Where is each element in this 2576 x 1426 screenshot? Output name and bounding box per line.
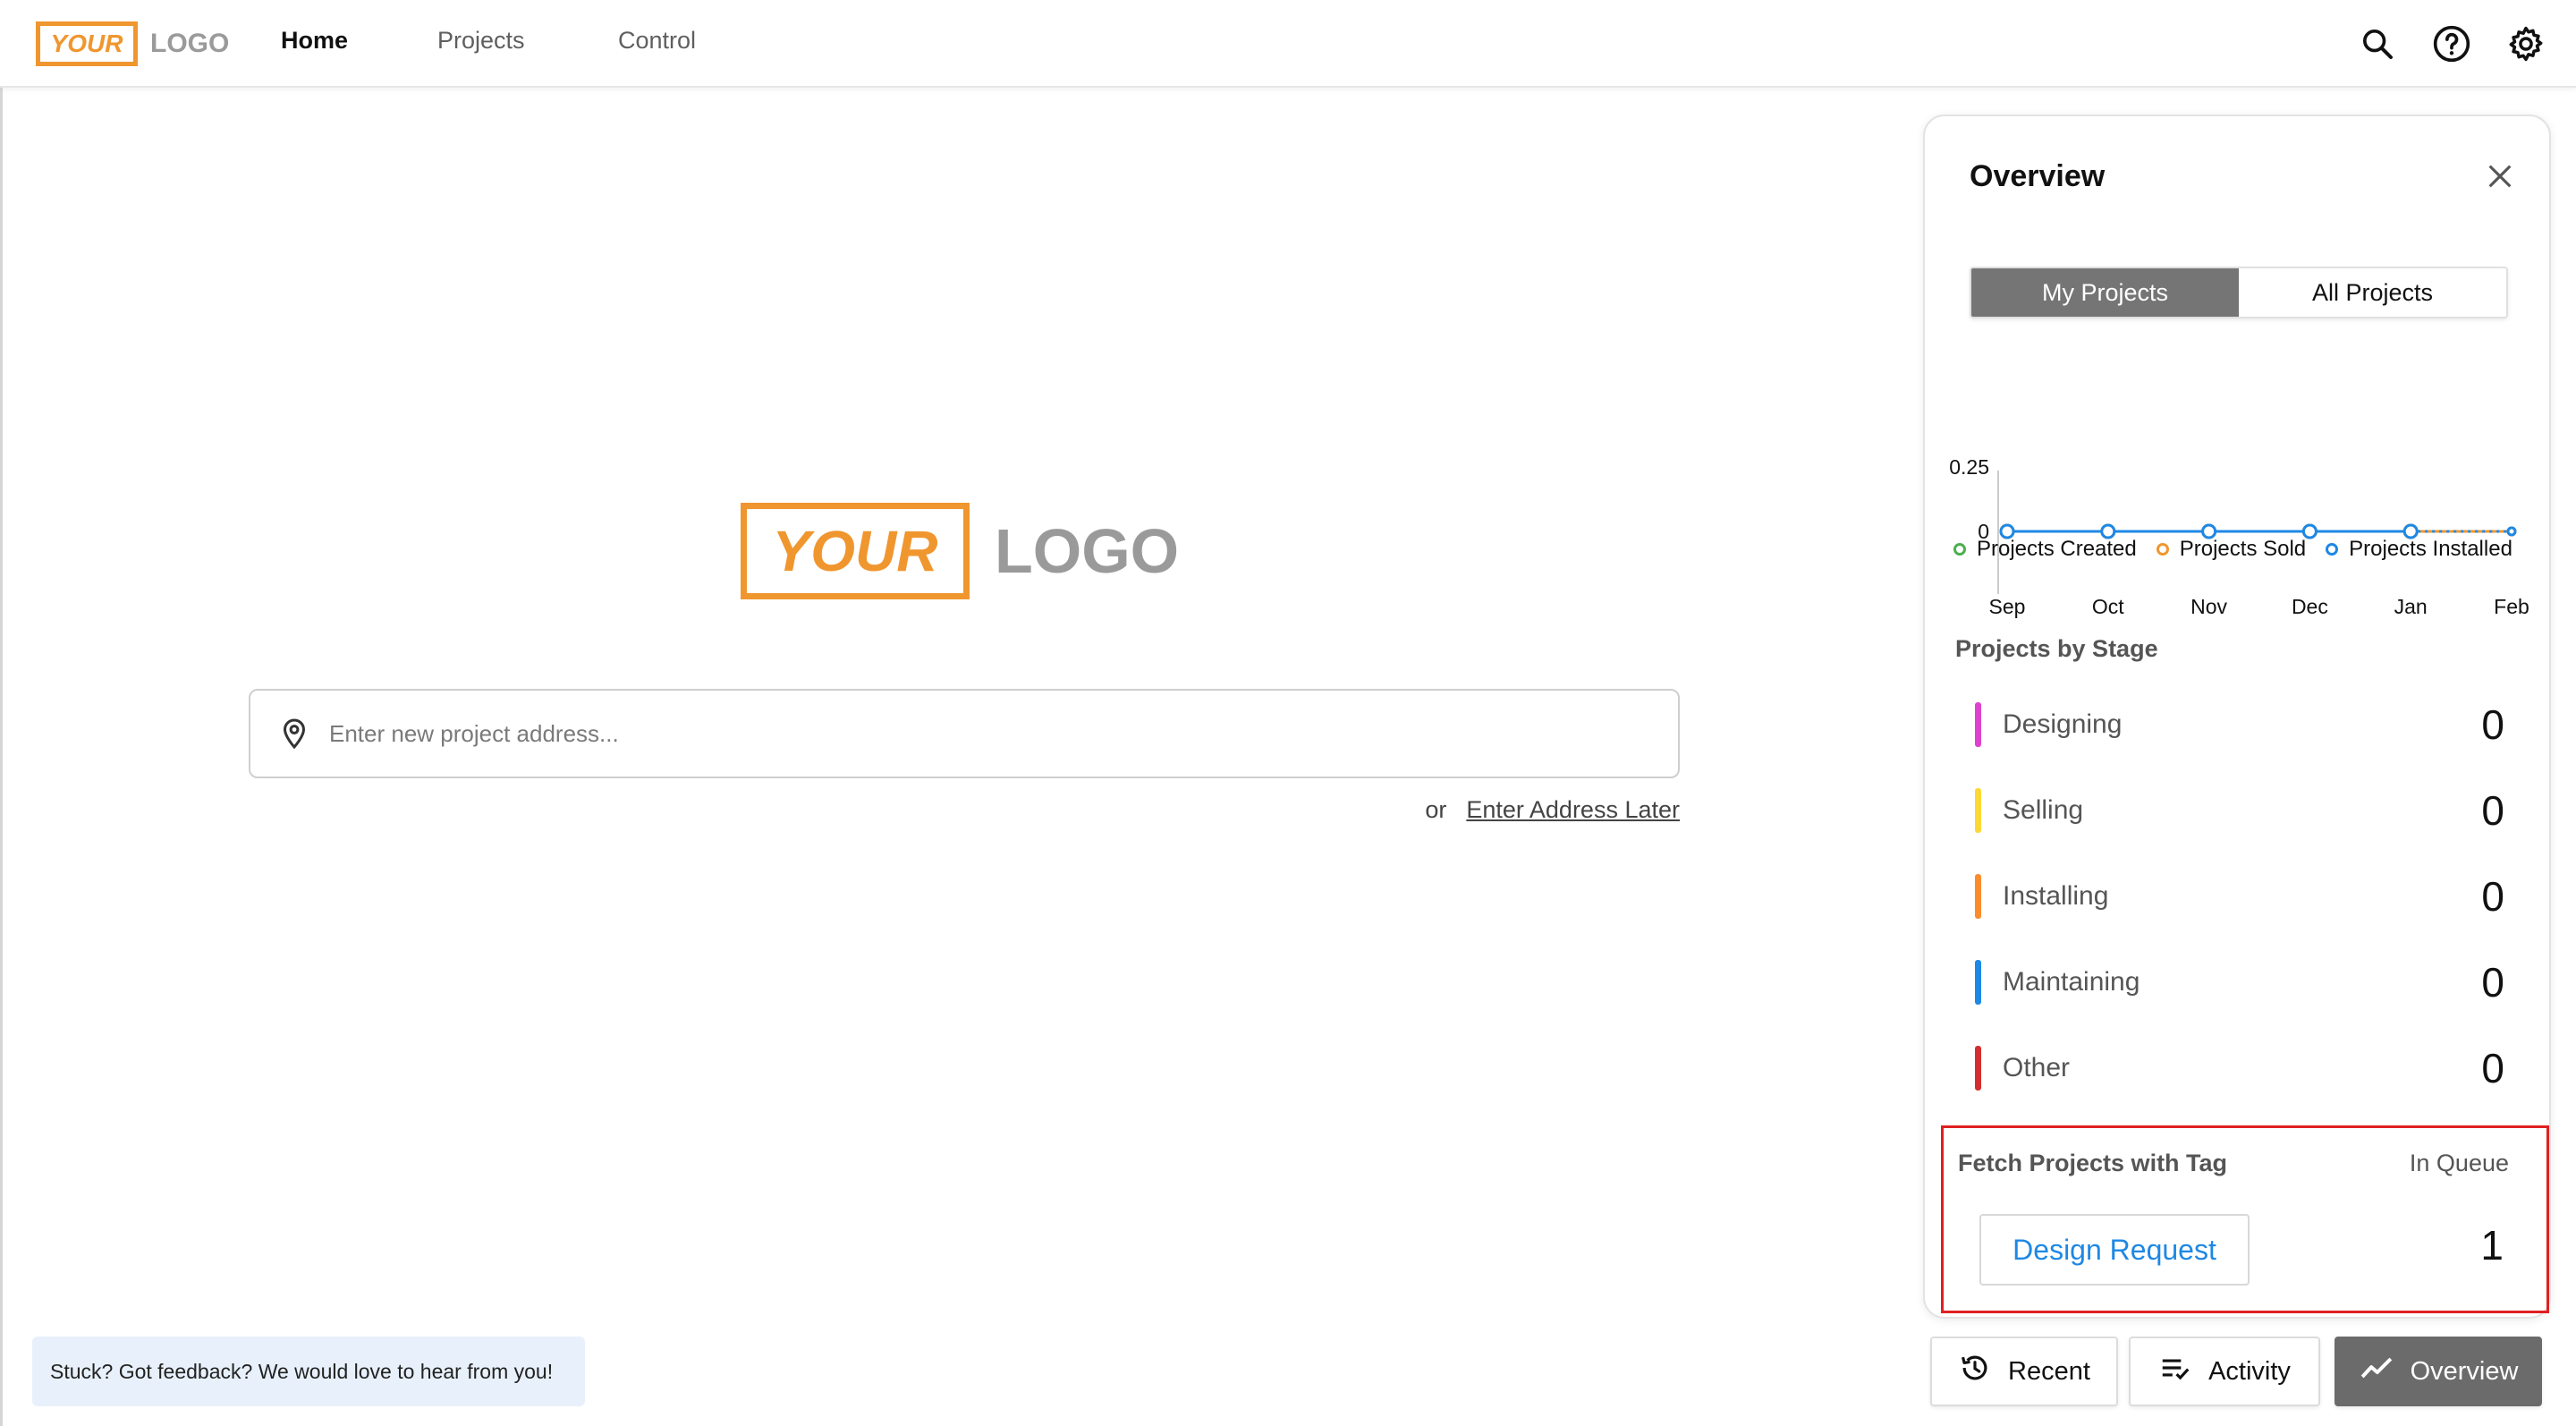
legend-label-created: Projects Created [1977,537,2137,561]
checklist-icon [2158,1351,2192,1392]
legend-label-sold: Projects Sold [2179,537,2307,561]
stage-color-bar [1975,1046,1981,1091]
stage-count: 0 [2481,873,2504,920]
chart-legend: Projects Created Projects Sold Projects … [1953,537,2512,562]
chart-data-point [2100,523,2116,539]
overview-tab-label: Overview [2410,1356,2519,1386]
tab-my-projects[interactable]: My Projects [1971,268,2239,317]
main-logo-your-text: YOUR [741,503,970,599]
legend-dot-created [1953,543,1966,556]
chart-data-point [2201,523,2217,539]
enter-address-later-link[interactable]: Enter Address Later [1466,796,1680,824]
search-icon[interactable] [2355,21,2400,66]
nav-control[interactable]: Control [618,27,696,55]
projects-by-stage-title: Projects by Stage [1955,635,2158,662]
design-request-button[interactable]: Design Request [1979,1214,2250,1286]
stage-row-selling[interactable]: Selling 0 [1975,787,2504,834]
nav-home[interactable]: Home [281,27,348,55]
chart-x-tick-label: Jan [2394,595,2428,618]
gear-icon[interactable] [2504,21,2548,66]
address-later-row: or Enter Address Later [1425,796,1680,824]
stage-count: 0 [2481,1045,2504,1091]
feedback-banner[interactable]: Stuck? Got feedback? We would love to he… [32,1337,585,1406]
chart-x-tick-label: Dec [2292,595,2328,618]
brand-logo[interactable]: YOUR LOGO [36,21,229,66]
tab-all-projects[interactable]: All Projects [2239,268,2506,317]
stage-row-other[interactable]: Other 0 [1975,1045,2504,1091]
logo-logo-text: LOGO [150,29,230,58]
stage-row-maintaining[interactable]: Maintaining 0 [1975,959,2504,1006]
chart-data-point [2301,523,2318,539]
fetch-tag-section: Fetch Projects with Tag In Queue Design … [1941,1125,2549,1313]
stage-count: 0 [2481,787,2504,834]
activity-tab-label: Activity [2208,1356,2291,1386]
stage-color-bar [1975,874,1981,919]
main-logo: YOUR LOGO [741,503,1179,599]
logo-your-text: YOUR [36,21,138,66]
chart-x-tick-label: Feb [2494,595,2529,618]
legend-item-created[interactable]: Projects Created [1953,537,2137,562]
chart-data-point [2506,526,2517,537]
location-pin-icon [272,711,317,756]
projects-line-chart: 0.250Sep Oct Nov Dec Jan Feb [1949,455,2529,618]
stage-row-installing[interactable]: Installing 0 [1975,873,2504,920]
recent-tab-label: Recent [2008,1356,2090,1386]
chart-data-point [2402,523,2419,539]
left-edge-divider [0,88,3,1426]
overview-tab[interactable]: Overview [2334,1337,2542,1406]
main-logo-logo-text: LOGO [995,516,1180,586]
stage-count: 0 [2481,959,2504,1006]
recent-tab[interactable]: Recent [1930,1337,2118,1406]
chart-data-point [1999,523,2015,539]
address-search-box[interactable] [249,689,1680,778]
legend-item-sold[interactable]: Projects Sold [2156,537,2307,562]
project-scope-toggle: My Projects All Projects [1970,267,2508,318]
top-navigation-bar: YOUR LOGO Home Projects Control [0,0,2576,88]
nav-projects[interactable]: Projects [437,27,525,55]
legend-dot-installed [2326,543,2339,556]
stage-name: Selling [2003,795,2084,825]
queue-count: 1 [2480,1222,2504,1269]
activity-tab[interactable]: Activity [2129,1337,2320,1406]
address-input[interactable] [329,719,1626,748]
chart-y-tick-label: 0.25 [1949,455,1989,479]
help-icon[interactable] [2429,21,2474,66]
fetch-tag-title: Fetch Projects with Tag [1958,1150,2228,1176]
history-icon [1958,1351,1992,1392]
chart-x-tick-label: Oct [2092,595,2124,618]
stage-name: Other [2003,1053,2071,1082]
trend-icon [2359,1350,2394,1393]
stage-color-bar [1975,960,1981,1005]
chart-x-tick-label: Nov [2190,595,2227,618]
or-text: or [1425,796,1447,823]
stage-name: Designing [2003,709,2123,739]
close-icon[interactable] [2478,154,2522,199]
overview-panel: Overview My Projects All Projects 0.25 0 S… [1923,115,2551,1319]
in-queue-label: In Queue [2409,1150,2509,1176]
legend-label-installed: Projects Installed [2349,537,2512,561]
stage-count: 0 [2481,701,2504,748]
stage-color-bar [1975,702,1981,747]
stage-row-designing[interactable]: Designing 0 [1975,701,2504,748]
chart-x-tick-label: Sep [1989,595,2026,618]
legend-dot-sold [2156,543,2169,556]
legend-item-installed[interactable]: Projects Installed [2326,537,2512,562]
stage-name: Maintaining [2003,967,2140,997]
stage-color-bar [1975,788,1981,833]
overview-title: Overview [1970,159,2106,193]
stage-name: Installing [2003,881,2109,911]
